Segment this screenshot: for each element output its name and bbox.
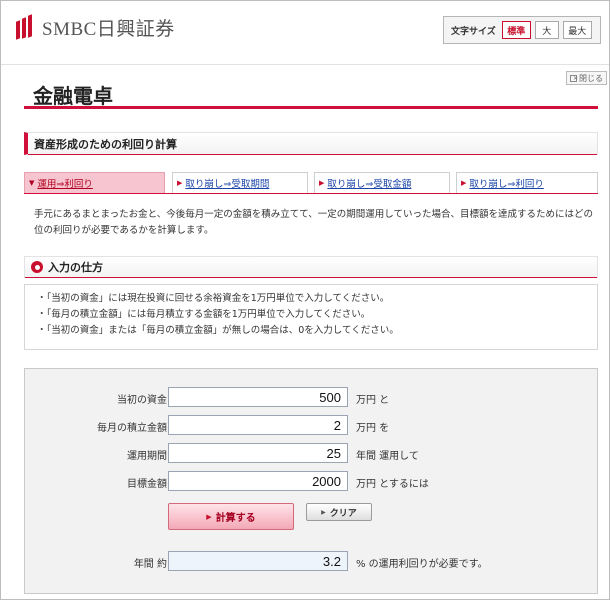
- target-amount-unit: 万円 とするには: [356, 479, 429, 490]
- note-line: ・「当初の資金」には現在投資に回せる余裕資金を1万円単位で入力してください。: [37, 293, 390, 304]
- calc-tabs: ▼ 運用⇒利回り ▶ 取り崩し⇒受取期間 ▶ 取り崩し⇒受取金額 ▶ 取り崩し⇒…: [24, 172, 598, 194]
- triangle-down-icon: ▼: [29, 179, 35, 187]
- calculate-label: 計算する: [215, 513, 256, 524]
- tab-label: 取り崩し⇒利回り: [469, 179, 544, 190]
- brand-name: SMBC日興証券: [42, 19, 175, 40]
- triangle-right-icon: ▶: [461, 179, 467, 187]
- triangle-right-icon: ▶: [321, 508, 326, 516]
- calculate-button[interactable]: ▶ 計算する: [168, 503, 294, 530]
- font-size-large-button[interactable]: 大: [534, 21, 559, 39]
- target-amount-input[interactable]: [168, 471, 348, 491]
- tab-unyou-rimawari[interactable]: ▼ 運用⇒利回り: [24, 172, 165, 194]
- period-label: 運用期間: [127, 451, 167, 462]
- triangle-right-icon: ▶: [206, 512, 212, 521]
- section-title: 資産形成のための利回り計算: [34, 137, 177, 151]
- initial-fund-label: 当初の資金: [117, 395, 167, 406]
- howto-notes: ・「当初の資金」には現在投資に回せる余裕資金を1万円単位で入力してください。 ・…: [24, 284, 598, 350]
- clear-label: クリア: [329, 508, 357, 519]
- initial-fund-input[interactable]: [168, 387, 348, 407]
- note-line: ・「毎月の積立金額」には毎月積立する金額を1万円単位で入力してください。: [37, 309, 371, 320]
- close-button[interactable]: × 閉じる: [566, 71, 607, 85]
- tab-label: 取り崩し⇒受取期間: [185, 179, 270, 190]
- tab-torikuzushi-rimawari[interactable]: ▶ 取り崩し⇒利回り: [456, 172, 598, 194]
- tab-torikuzushi-kingaku[interactable]: ▶ 取り崩し⇒受取金額: [314, 172, 450, 194]
- result-label: 年間 約: [133, 559, 167, 570]
- initial-fund-unit: 万円 と: [356, 395, 390, 406]
- howto-header: 入力の仕方: [24, 256, 598, 278]
- font-size-standard-button[interactable]: 標準: [501, 21, 531, 39]
- monthly-deposit-input[interactable]: [168, 415, 348, 435]
- calculator-description: 手元にあるまとまったお金と、今後毎月一定の金額を積み立てて、一定の期間運用してい…: [34, 209, 593, 236]
- brand-logo[interactable]: SMBC日興証券: [14, 13, 175, 41]
- font-size-label: 文字サイズ: [451, 26, 496, 37]
- close-label: 閉じる: [579, 73, 603, 83]
- circle-bullet-icon: [31, 261, 43, 273]
- target-amount-label: 目標金額: [127, 479, 167, 490]
- tabs-underline: [24, 193, 598, 194]
- howto-title: 入力の仕方: [48, 261, 103, 274]
- triangle-right-icon: ▶: [319, 179, 325, 187]
- section-header: 資産形成のための利回り計算: [24, 132, 598, 155]
- calculator-panel: 当初の資金 万円 と 毎月の積立金額 万円 を 運用期間 年間 運用して 目標金…: [24, 368, 598, 594]
- title-rule: [24, 106, 598, 109]
- monthly-deposit-unit: 万円 を: [356, 423, 390, 434]
- tab-label: 取り崩し⇒受取金額: [327, 179, 412, 190]
- tab-label: 運用⇒利回り: [37, 179, 93, 190]
- tab-torikuzushi-kikan[interactable]: ▶ 取り崩し⇒受取期間: [172, 172, 308, 194]
- note-line: ・「当初の資金」または「毎月の積立金額」が無しの場合は、0を入力してください。: [37, 325, 399, 336]
- result-unit: % の運用利回りが必要です。: [356, 559, 488, 570]
- logo-mark-icon: [14, 13, 34, 41]
- period-unit: 年間 運用して: [356, 451, 419, 462]
- monthly-deposit-label: 毎月の積立金額: [97, 423, 167, 434]
- clear-button[interactable]: ▶ クリア: [306, 503, 372, 521]
- triangle-right-icon: ▶: [177, 179, 183, 187]
- result-output[interactable]: [168, 551, 348, 571]
- page-title: 金融電卓: [33, 84, 113, 108]
- period-input[interactable]: [168, 443, 348, 463]
- close-icon: ×: [570, 74, 578, 82]
- font-size-largest-button[interactable]: 最大: [562, 21, 592, 39]
- header-divider: [1, 64, 609, 65]
- font-size-selector: 文字サイズ 標準 大 最大: [443, 16, 601, 44]
